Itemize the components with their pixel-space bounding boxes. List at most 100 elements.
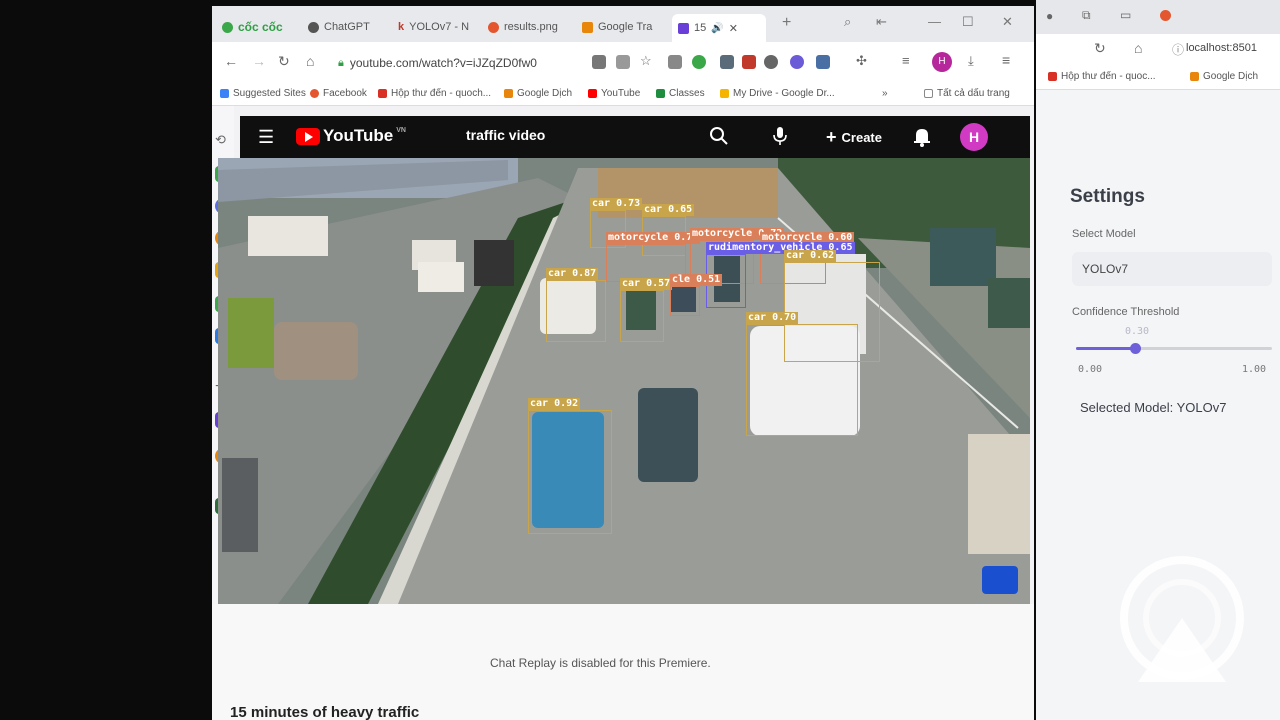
purple-extension-icon[interactable] bbox=[790, 55, 804, 69]
install-icon[interactable] bbox=[592, 55, 606, 69]
info-icon[interactable]: ⓘ bbox=[1172, 41, 1184, 58]
gmail-icon bbox=[1048, 72, 1057, 81]
tab-results-png[interactable]: results.png bbox=[488, 16, 558, 38]
dark-extension-icon[interactable] bbox=[764, 55, 778, 69]
home-icon[interactable]: ⌂ bbox=[306, 53, 314, 69]
create-button[interactable]: + Create bbox=[818, 125, 890, 149]
facebook-icon bbox=[310, 89, 319, 98]
tab-label: cốc cốc bbox=[238, 20, 283, 34]
forward-icon[interactable]: → bbox=[252, 53, 266, 69]
sidebar-toggle-icon[interactable]: ⇤ bbox=[876, 14, 887, 30]
bookmark-google-translate[interactable]: Google Dịch bbox=[1190, 71, 1258, 82]
youtube-avatar[interactable]: H bbox=[960, 123, 988, 151]
search-input[interactable]: traffic video bbox=[466, 127, 545, 143]
tab-yolov7[interactable]: k YOLOv7 - N bbox=[398, 16, 470, 38]
tab-google-translate[interactable]: Google Tra bbox=[582, 16, 662, 38]
history-icon[interactable]: ⟲ bbox=[215, 132, 231, 148]
model-select[interactable]: YOLOv7 bbox=[1072, 252, 1272, 286]
select-model-label: Select Model bbox=[1072, 228, 1136, 240]
youtube-logo[interactable]: YouTube VN bbox=[296, 126, 406, 146]
playlist-icon[interactable]: ≡ bbox=[902, 53, 916, 68]
profile-icon[interactable]: ● bbox=[1046, 9, 1053, 23]
video-title[interactable]: 15 minutes of heavy traffic bbox=[230, 704, 419, 720]
home-icon[interactable]: ⌂ bbox=[1134, 40, 1142, 56]
reload-icon[interactable]: ↻ bbox=[278, 53, 290, 70]
close-icon[interactable]: ✕ bbox=[729, 22, 738, 35]
tab-chatgpt[interactable]: ChatGPT bbox=[308, 16, 370, 38]
bookmark-label: Hộp thư đến - quoch... bbox=[391, 88, 492, 99]
bookmark-classes[interactable]: Classes bbox=[656, 88, 705, 99]
selected-model-text: Selected Model: YOLOv7 bbox=[1080, 400, 1227, 415]
bookmark-facebook[interactable]: Facebook bbox=[310, 88, 367, 99]
tab-label: results.png bbox=[504, 21, 558, 33]
create-label: Create bbox=[841, 129, 882, 145]
tab-search-icon[interactable]: ⌕ bbox=[844, 14, 851, 30]
plus-icon: + bbox=[826, 127, 837, 147]
download-icon[interactable]: ⤓ bbox=[968, 53, 982, 68]
tab-label: ChatGPT bbox=[324, 21, 370, 33]
bookmark-google-drive[interactable]: My Drive - Google Dr... bbox=[720, 88, 835, 99]
extension-badge-icon[interactable] bbox=[668, 55, 682, 69]
right-url-text[interactable]: localhost:8501 bbox=[1186, 42, 1257, 54]
url-field[interactable]: 🔒︎ youtube.com/watch?v=iJZqZD0fw0 bbox=[338, 50, 588, 76]
microphone-icon[interactable] bbox=[770, 125, 790, 147]
speaker-icon[interactable]: 🔊 bbox=[711, 23, 723, 34]
bookmark-label: Google Dịch bbox=[517, 88, 573, 99]
green-extension-icon[interactable] bbox=[692, 55, 706, 69]
detection-box: car 0.57 bbox=[620, 278, 673, 342]
subscribe-watermark-icon[interactable] bbox=[982, 566, 1018, 594]
browser-window: cốc cốc ChatGPT k YOLOv7 - N results.png… bbox=[212, 6, 1034, 720]
search-icon[interactable] bbox=[708, 125, 730, 147]
maximize-icon[interactable]: ☐ bbox=[962, 14, 974, 30]
bookmark-google-translate[interactable]: Google Dịch bbox=[504, 88, 572, 99]
notifications-bell-icon[interactable] bbox=[912, 125, 932, 147]
translate-page-icon[interactable] bbox=[616, 55, 630, 69]
google-translate-icon bbox=[1190, 72, 1199, 81]
bookmark-suggested-sites[interactable]: Suggested Sites bbox=[220, 88, 306, 99]
bookmark-gmail[interactable]: Hộp thư đến - quoc... bbox=[1048, 71, 1156, 82]
menu-icon[interactable]: ≡ bbox=[1002, 52, 1016, 68]
bookmark-gmail[interactable]: Hộp thư đến - quoch... bbox=[378, 88, 491, 99]
tab-bar: cốc cốc ChatGPT k YOLOv7 - N results.png… bbox=[212, 6, 1034, 42]
gmail-icon bbox=[378, 89, 387, 98]
detection-label: car 0.70 bbox=[746, 312, 799, 324]
tab-list-icon[interactable]: ▭ bbox=[1120, 8, 1131, 22]
back-icon[interactable]: ← bbox=[224, 53, 238, 69]
chat-replay-notice: Chat Replay is disabled for this Premier… bbox=[490, 656, 711, 670]
bookmark-more[interactable]: » bbox=[882, 88, 888, 99]
shield-extension-icon[interactable] bbox=[720, 55, 734, 69]
tab-coccoc[interactable]: cốc cốc bbox=[222, 16, 283, 38]
bookmark-youtube[interactable]: YouTube bbox=[588, 88, 640, 99]
youtube-logo-text: YouTube bbox=[323, 126, 394, 145]
star-icon[interactable]: ☆ bbox=[640, 53, 654, 68]
slider-thumb[interactable] bbox=[1130, 343, 1141, 354]
profile-avatar[interactable]: H bbox=[932, 52, 952, 72]
detection-label: car 0.65 bbox=[642, 204, 695, 216]
blue-extension-icon[interactable] bbox=[816, 55, 830, 69]
bookmark-all-bookmarks[interactable]: Tất cả dấu trang bbox=[924, 88, 1010, 99]
photo-of-screen: cốc cốc ChatGPT k YOLOv7 - N results.png… bbox=[0, 0, 1280, 720]
new-tab-icon[interactable]: + bbox=[782, 14, 791, 32]
tab-youtube-active[interactable]: 15 🔊 ✕ bbox=[672, 14, 766, 42]
detection-label: motorcycle 0.73 bbox=[606, 232, 701, 244]
bookmark-label: Google Dịch bbox=[1203, 71, 1259, 82]
chatgpt-icon bbox=[308, 21, 319, 33]
hamburger-menu-icon[interactable]: ☰ bbox=[258, 128, 274, 146]
close-window-icon[interactable]: ✕ bbox=[1002, 14, 1013, 30]
confidence-slider[interactable] bbox=[1076, 343, 1272, 354]
slider-fill bbox=[1076, 347, 1135, 350]
workspaces-icon[interactable]: ⧉ bbox=[1082, 8, 1091, 23]
detection-label: cle 0.51 bbox=[670, 274, 723, 286]
puzzle-icon[interactable]: ✣ bbox=[856, 53, 870, 68]
lock-icon: 🔒︎ bbox=[338, 56, 344, 69]
tab-label: YOLOv7 - N bbox=[409, 21, 470, 33]
bookmarks-bar: Suggested Sites Facebook Hộp thư đến - q… bbox=[212, 84, 1034, 106]
minimize-icon[interactable]: — bbox=[928, 14, 941, 29]
detection-box: car 0.87 bbox=[546, 268, 606, 342]
facebook-tab-icon[interactable] bbox=[1160, 10, 1171, 21]
red-extension-icon[interactable] bbox=[742, 55, 756, 69]
youtube-header: ☰ YouTube VN traffic video + Create H bbox=[240, 116, 1030, 158]
video-player[interactable]: car 0.73 car 0.65 motorcycle 0.73 motorc… bbox=[218, 158, 1030, 604]
right-address-bar: ↻ ⌂ ⓘ localhost:8501 bbox=[1036, 34, 1280, 64]
reload-icon[interactable]: ↻ bbox=[1094, 40, 1106, 57]
